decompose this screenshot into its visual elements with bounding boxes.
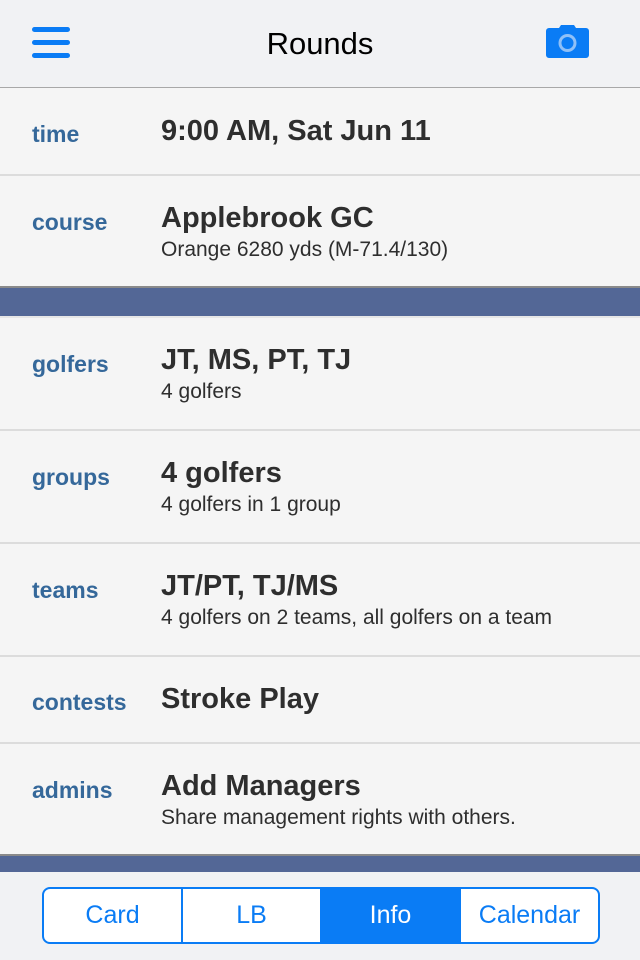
tab-info[interactable]: Info [322,889,461,942]
bottom-toolbar: Card LB Info Calendar [0,872,640,960]
row-label: course [32,209,108,235]
camera-button[interactable] [546,24,589,58]
row-groups[interactable]: groups 4 golfers 4 golfers in 1 group [0,431,640,544]
row-contests[interactable]: contests Stroke Play [0,657,640,744]
row-value: Applebrook GC [161,202,374,234]
row-teams[interactable]: teams JT/PT, TJ/MS 4 golfers on 2 teams,… [0,544,640,657]
row-admins[interactable]: admins Add Managers Share management rig… [0,744,640,855]
row-golfers[interactable]: golfers JT, MS, PT, TJ 4 golfers [0,318,640,431]
tab-lb[interactable]: LB [183,889,322,942]
row-subtitle: Share management rights with others. [161,806,516,829]
row-time[interactable]: time 9:00 AM, Sat Jun 11 [0,88,640,176]
row-value: Stroke Play [161,683,319,715]
row-subtitle: 4 golfers in 1 group [161,493,341,516]
row-value: 4 golfers [161,457,282,489]
row-course[interactable]: course Applebrook GC Orange 6280 yds (M-… [0,176,640,287]
row-value: JT/PT, TJ/MS [161,570,339,602]
row-label: contests [32,689,127,715]
row-subtitle: Orange 6280 yds (M-71.4/130) [161,238,449,261]
row-value: 9:00 AM, Sat Jun 11 [161,115,431,147]
row-label: teams [32,577,99,603]
tab-calendar[interactable]: Calendar [461,889,598,942]
row-value: Add Managers [161,770,361,802]
nav-bar: Rounds [0,0,640,88]
section-divider [0,286,640,318]
row-label: groups [32,464,110,490]
row-subtitle: 4 golfers [161,380,242,403]
row-value: JT, MS, PT, TJ [161,344,352,376]
row-subtitle: 4 golfers on 2 teams, all golfers on a t… [161,606,553,629]
row-label: time [32,121,80,147]
tab-card[interactable]: Card [44,889,183,942]
section-divider [0,854,640,873]
page-title: Rounds [266,26,374,61]
row-label: admins [32,777,113,803]
camera-icon [546,25,589,58]
row-label: golfers [32,351,109,377]
view-segmented-control: Card LB Info Calendar [42,887,600,944]
